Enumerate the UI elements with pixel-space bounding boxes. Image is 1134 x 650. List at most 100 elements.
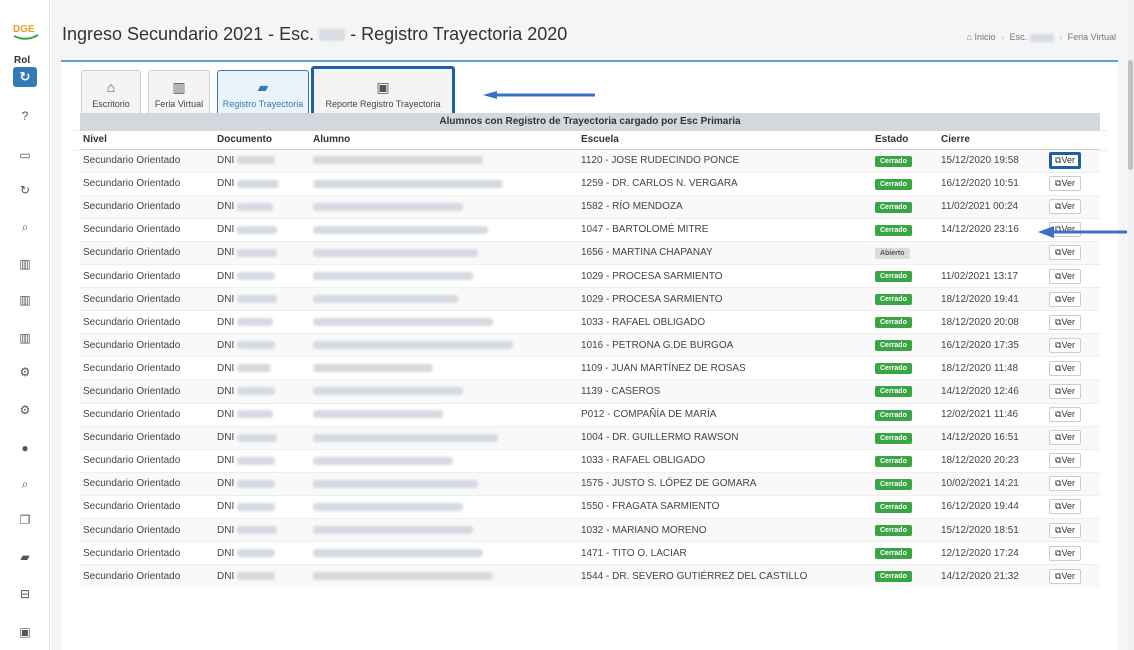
cell-cierre: 14/12/2020 23:16 [938, 217, 1046, 242]
table-row: Secundario Orientado DNI 1033 - RAFAEL OB… [80, 310, 1100, 334]
redacted-dni [237, 179, 280, 188]
search-icon[interactable]: ⌕ [13, 217, 37, 237]
search-icon[interactable]: ⌕ [13, 474, 37, 494]
user-icon[interactable]: ● [13, 438, 37, 458]
cogs-icon[interactable]: ⚙ [13, 400, 37, 420]
redacted-student-name [313, 248, 478, 257]
cell-escuela: 1047 - BARTOLOMÉ MITRE [578, 217, 872, 242]
table-row: Secundario Orientado DNI 1656 - MARTINA C… [80, 240, 1100, 265]
status-badge: Cerrado [875, 224, 912, 236]
ver-button[interactable]: ⧉Ver [1049, 360, 1081, 376]
cell-actions: ⧉Ver [1046, 263, 1100, 288]
table-row: Secundario Orientado DNI 1029 - PROCESA S… [80, 263, 1100, 288]
building-icon[interactable]: ▥ [13, 328, 37, 348]
rol-switch-button[interactable]: ↻ [13, 67, 37, 87]
ver-button[interactable]: ⧉Ver [1049, 176, 1081, 192]
cell-actions: ⧉Ver [1046, 494, 1100, 519]
ver-button[interactable]: ⧉Ver [1049, 522, 1081, 538]
redacted-dni [237, 271, 276, 280]
ver-button[interactable]: ⧉Ver [1049, 430, 1081, 446]
copy-icon[interactable]: ❐ [13, 510, 37, 530]
col-alumno: Alumno [310, 131, 578, 150]
cell-cierre: 14/12/2020 12:46 [938, 379, 1046, 404]
redacted-dni [237, 156, 276, 165]
redacted-student-name [313, 549, 483, 557]
ver-button[interactable]: ⧉Ver [1049, 499, 1081, 515]
cell-documento: DNI [214, 494, 310, 519]
cell-actions: ⧉Ver [1046, 310, 1100, 334]
ver-button[interactable]: ⧉Ver [1049, 291, 1081, 307]
redacted-dni [237, 387, 276, 396]
ver-button[interactable]: ⧉Ver [1049, 199, 1081, 215]
cell-estado: Cerrado [872, 263, 938, 288]
ver-button[interactable]: ⧉Ver [1049, 407, 1081, 423]
status-badge: Cerrado [875, 363, 912, 375]
ver-button[interactable]: ⧉Ver [1049, 337, 1081, 353]
cell-nivel: Secundario Orientado [80, 194, 214, 219]
table-row: Secundario Orientado DNI 1120 - JOSE RUDE… [80, 148, 1100, 173]
ver-button[interactable]: ⧉Ver [1049, 545, 1081, 561]
breadcrumb-feria[interactable]: Feria Virtual [1068, 32, 1116, 42]
tile-escritorio[interactable]: ⌂ Escritorio [81, 70, 141, 118]
cogs-icon[interactable]: ⚙ [13, 362, 37, 382]
cell-alumno [310, 541, 578, 565]
redacted-dni [237, 202, 274, 211]
cell-actions: ⧉Ver [1046, 171, 1100, 196]
page-scrollbar[interactable] [1127, 0, 1134, 650]
cell-cierre: 15/12/2020 19:58 [938, 148, 1046, 173]
svg-text:DGE: DGE [13, 24, 35, 35]
cell-documento: DNI [214, 148, 310, 173]
help-icon[interactable]: ? [13, 106, 37, 126]
cell-nivel: Secundario Orientado [80, 379, 214, 404]
book-icon[interactable]: ▰ [13, 547, 37, 567]
redacted-dni [237, 502, 276, 511]
ver-button[interactable]: ⧉Ver [1049, 383, 1081, 399]
ver-button[interactable]: ⧉Ver [1049, 314, 1081, 330]
cell-nivel: Secundario Orientado [80, 310, 214, 334]
building-icon[interactable]: ▥ [13, 290, 37, 310]
ver-button[interactable]: ⧉Ver [1049, 453, 1081, 469]
cell-escuela: 1029 - PROCESA SARMIENTO [578, 287, 872, 311]
bus-icon[interactable]: ⊟ [13, 584, 37, 604]
redacted-dni [237, 433, 278, 442]
desktop-icon[interactable]: ▭ [13, 145, 37, 165]
cell-escuela: P012 - COMPAÑÍA DE MARÍA [578, 402, 872, 427]
ver-button[interactable]: ⧉Ver [1049, 568, 1081, 584]
breadcrumb-esc[interactable]: Esc. [1010, 32, 1028, 42]
scrollbar-thumb[interactable] [1128, 60, 1133, 170]
tile-registro-trayectoria[interactable]: ▰ Registro Trayectoria [217, 70, 309, 118]
ver-button[interactable]: ⧉Ver [1049, 476, 1081, 492]
ver-button[interactable]: ⧉Ver [1049, 152, 1081, 170]
redacted-dni [237, 525, 278, 534]
cell-nivel: Secundario Orientado [80, 517, 214, 542]
rol-label: Rol [14, 55, 31, 66]
ver-button[interactable]: ⧉Ver [1049, 268, 1081, 284]
excel-icon[interactable]: ▣ [13, 622, 37, 642]
col-nivel: Nivel [80, 131, 214, 150]
sidebar: DGE Rol ↻ ? ▭ ↻ ⌕ ▥ ▥ ▥ ⚙ ⚙ ● ⌕ ❐ ▰ ⊟ ▣ [0, 0, 50, 650]
status-badge: Cerrado [875, 478, 912, 490]
cell-alumno [310, 517, 578, 542]
col-documento: Documento [214, 131, 310, 150]
redacted-student-name [313, 225, 488, 234]
cell-cierre: 11/02/2021 00:24 [938, 194, 1046, 219]
cell-nivel: Secundario Orientado [80, 541, 214, 565]
tile-feria-virtual[interactable]: ▥ Feria Virtual [148, 70, 210, 118]
table-row: Secundario Orientado DNI 1471 - TITO O. L… [80, 541, 1100, 565]
table-row: Secundario Orientado DNI 1575 - JUSTO S. … [80, 471, 1100, 496]
breadcrumb-home[interactable]: Inicio [975, 32, 996, 42]
redacted-school-number [319, 29, 346, 42]
cell-cierre: 18/12/2020 11:48 [938, 356, 1046, 380]
cell-escuela: 1032 - MARIANO MORENO [578, 517, 872, 542]
table-row: Secundario Orientado DNI 1004 - DR. GUILL… [80, 425, 1100, 450]
redacted-student-name [313, 156, 483, 165]
cell-documento: DNI [214, 356, 310, 380]
building-icon[interactable]: ▥ [13, 254, 37, 274]
cell-alumno [310, 310, 578, 334]
redacted-dni [237, 225, 278, 234]
cell-cierre: 12/02/2021 11:46 [938, 402, 1046, 427]
cell-estado: Cerrado [872, 564, 938, 588]
table-row: Secundario Orientado DNI 1550 - FRAGATA S… [80, 494, 1100, 519]
refresh-icon[interactable]: ↻ [13, 180, 37, 200]
ver-button[interactable]: ⧉Ver [1049, 245, 1081, 261]
